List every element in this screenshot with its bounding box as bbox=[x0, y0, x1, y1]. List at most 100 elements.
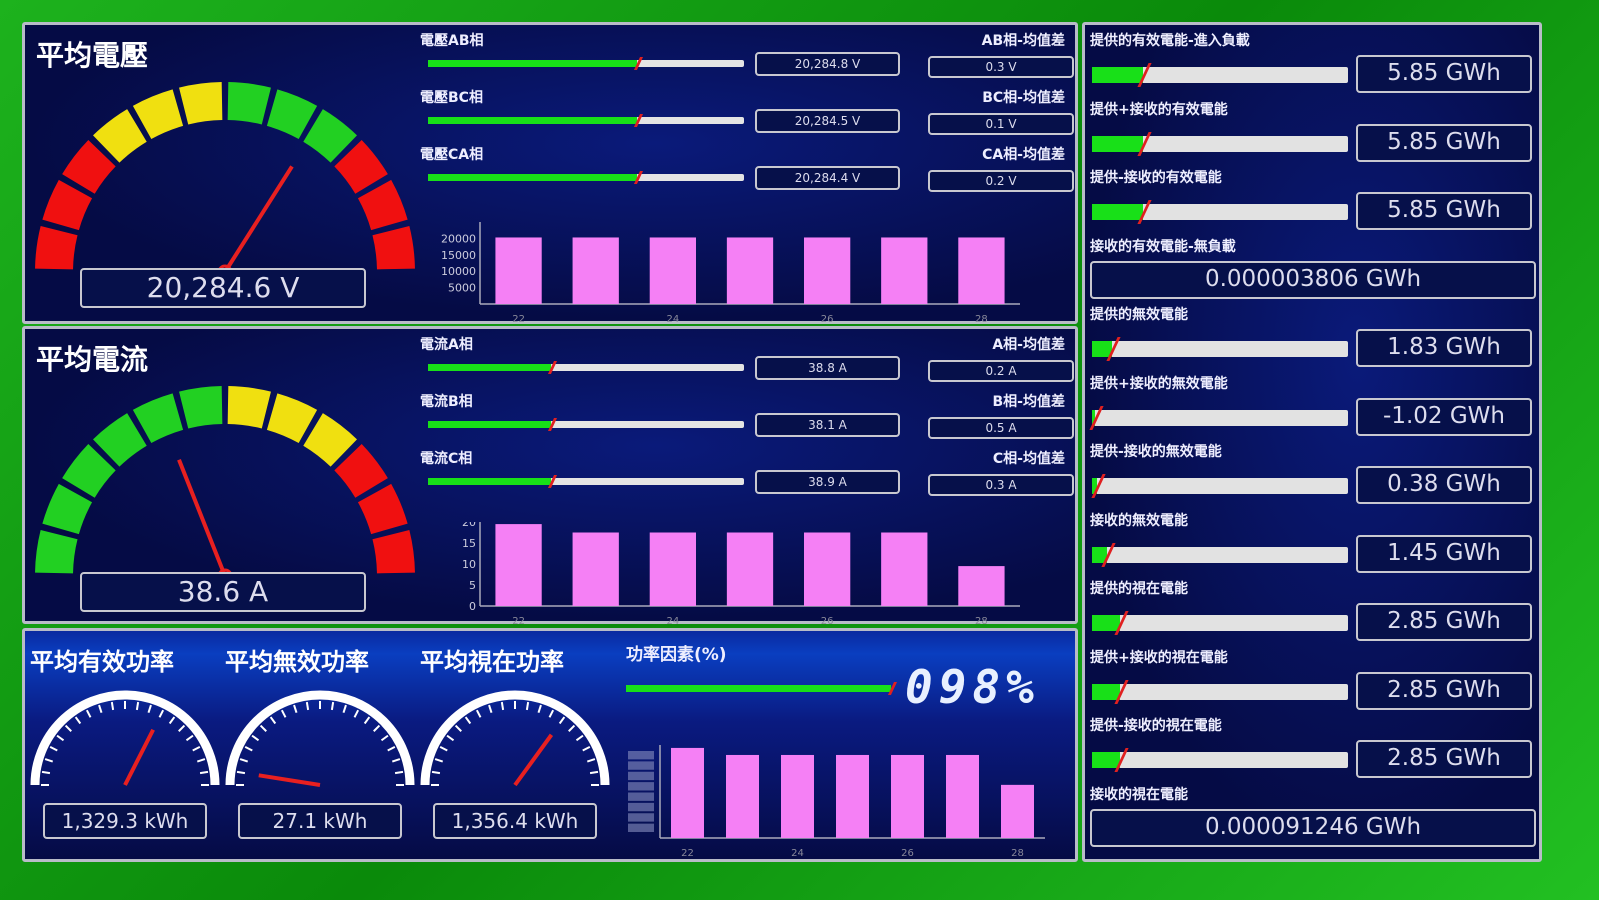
y-tick-label bbox=[628, 761, 654, 770]
gauge-tick bbox=[110, 701, 115, 711]
bar bbox=[572, 532, 619, 606]
y-tick-label: 5 bbox=[469, 579, 476, 592]
gauge-tick bbox=[135, 701, 140, 711]
energy-label: 提供的無效電能 bbox=[1090, 307, 1188, 323]
phase-label: 電流C相 bbox=[420, 451, 473, 467]
energy-label: 提供-接收的無效電能 bbox=[1090, 444, 1222, 460]
phase-label: 電壓AB相 bbox=[420, 33, 484, 49]
x-tick-label: 22 bbox=[512, 616, 525, 627]
gauge-tick bbox=[192, 745, 201, 752]
gauge-tick bbox=[373, 724, 381, 732]
gauge-tick bbox=[330, 701, 335, 711]
phase-bar-fill bbox=[428, 174, 637, 181]
gauge-tick bbox=[199, 770, 209, 775]
phase-bar-fill bbox=[428, 60, 637, 67]
bar bbox=[781, 754, 814, 838]
gauge-tick bbox=[251, 734, 260, 742]
bar bbox=[1001, 784, 1034, 838]
energy-label: 提供+接收的有效電能 bbox=[1090, 101, 1228, 118]
y-tick-label bbox=[628, 823, 654, 832]
gauge-segment bbox=[35, 226, 78, 270]
bar bbox=[946, 754, 979, 838]
bar bbox=[804, 237, 851, 304]
energy-value: 2.85 GWh bbox=[1356, 603, 1532, 641]
gauge-tick bbox=[363, 716, 371, 725]
energy-label: 提供的有效電能-進入負載 bbox=[1090, 33, 1250, 49]
energy-bar-fill bbox=[1092, 683, 1121, 700]
deviation-label: CA相-均值差 bbox=[982, 147, 1065, 163]
energy-bar-fill bbox=[1092, 752, 1121, 768]
phase-value: 38.1 A bbox=[755, 413, 900, 437]
x-tick-label: 28 bbox=[975, 616, 988, 627]
gauge-needle bbox=[123, 728, 155, 786]
voltage-reading: 20,284.6 V bbox=[80, 268, 366, 308]
x-tick-label: 22 bbox=[681, 848, 694, 859]
phase-bar bbox=[428, 418, 744, 431]
gauge-tick bbox=[236, 770, 246, 775]
x-tick-label: 26 bbox=[901, 848, 914, 859]
gauge-needle bbox=[513, 733, 554, 787]
gauge-tick bbox=[464, 716, 472, 725]
deviation-value: 0.2 V bbox=[928, 170, 1074, 192]
power-factor-bar bbox=[626, 682, 897, 695]
deviation-value: 0.2 A bbox=[928, 360, 1074, 382]
deviation-value: 0.3 V bbox=[928, 56, 1074, 78]
energy-bar bbox=[1092, 542, 1348, 567]
gauge-tick bbox=[259, 724, 267, 732]
gauge-tick bbox=[158, 709, 165, 718]
bar bbox=[881, 532, 928, 606]
energy-bar bbox=[1091, 474, 1348, 498]
deviation-label: BC相-均值差 bbox=[982, 90, 1065, 106]
gauge-tick bbox=[85, 709, 92, 718]
gauge-tick bbox=[56, 734, 65, 742]
gauge-tick bbox=[391, 758, 401, 763]
power-reading: 27.1 kWh bbox=[238, 803, 402, 839]
x-tick-label: 28 bbox=[975, 314, 988, 325]
gauge-segment bbox=[227, 82, 271, 125]
gauge-tick bbox=[548, 709, 555, 718]
gauge-tick bbox=[353, 709, 360, 718]
deviation-value: 0.5 A bbox=[928, 417, 1074, 439]
gauge-tick bbox=[434, 758, 444, 763]
voltage-gauge bbox=[35, 82, 415, 280]
bar bbox=[726, 754, 759, 838]
energy-value: 5.85 GWh bbox=[1356, 55, 1532, 93]
energy-bar-fill bbox=[1092, 615, 1121, 631]
gauge-tick bbox=[387, 745, 396, 752]
y-tick-label bbox=[628, 792, 654, 801]
gauge-segment bbox=[227, 386, 271, 429]
energy-bar bbox=[1092, 679, 1348, 704]
gauge-tick bbox=[239, 758, 249, 763]
y-tick-label bbox=[628, 813, 654, 822]
energy-value: 1.83 GWh bbox=[1356, 329, 1532, 367]
phase-bar bbox=[428, 475, 744, 488]
phase-label: 電流B相 bbox=[420, 394, 473, 410]
power-title: 平均有效功率 bbox=[30, 648, 174, 676]
bar bbox=[958, 566, 1005, 606]
bar bbox=[881, 237, 928, 304]
y-tick-label bbox=[628, 802, 654, 812]
gauge-tick bbox=[488, 704, 493, 714]
power-title: 平均視在功率 bbox=[420, 648, 564, 676]
y-tick-label bbox=[628, 782, 654, 791]
gauge-tick bbox=[147, 704, 152, 714]
energy-label: 接收的有效電能-無負載 bbox=[1090, 238, 1236, 255]
gauge-tick bbox=[49, 745, 58, 752]
x-tick-label: 24 bbox=[666, 616, 679, 627]
phase-value: 20,284.5 V bbox=[755, 109, 900, 133]
gauge-tick bbox=[394, 770, 404, 775]
energy-value: 0.000003806 GWh bbox=[1090, 260, 1536, 299]
y-tick-label bbox=[628, 751, 654, 760]
current-gauge bbox=[35, 386, 415, 584]
gauge-tick bbox=[244, 745, 253, 752]
bar bbox=[726, 237, 774, 304]
power-gauge bbox=[225, 690, 415, 787]
phase-label: 電流A相 bbox=[420, 337, 473, 353]
phase-bar bbox=[428, 361, 744, 374]
gauge-tick bbox=[586, 758, 596, 763]
energy-bar bbox=[1092, 131, 1348, 156]
bar bbox=[804, 532, 851, 606]
energy-bar-fill bbox=[1092, 67, 1144, 83]
energy-bar bbox=[1092, 337, 1348, 361]
phase-bar bbox=[428, 114, 744, 127]
